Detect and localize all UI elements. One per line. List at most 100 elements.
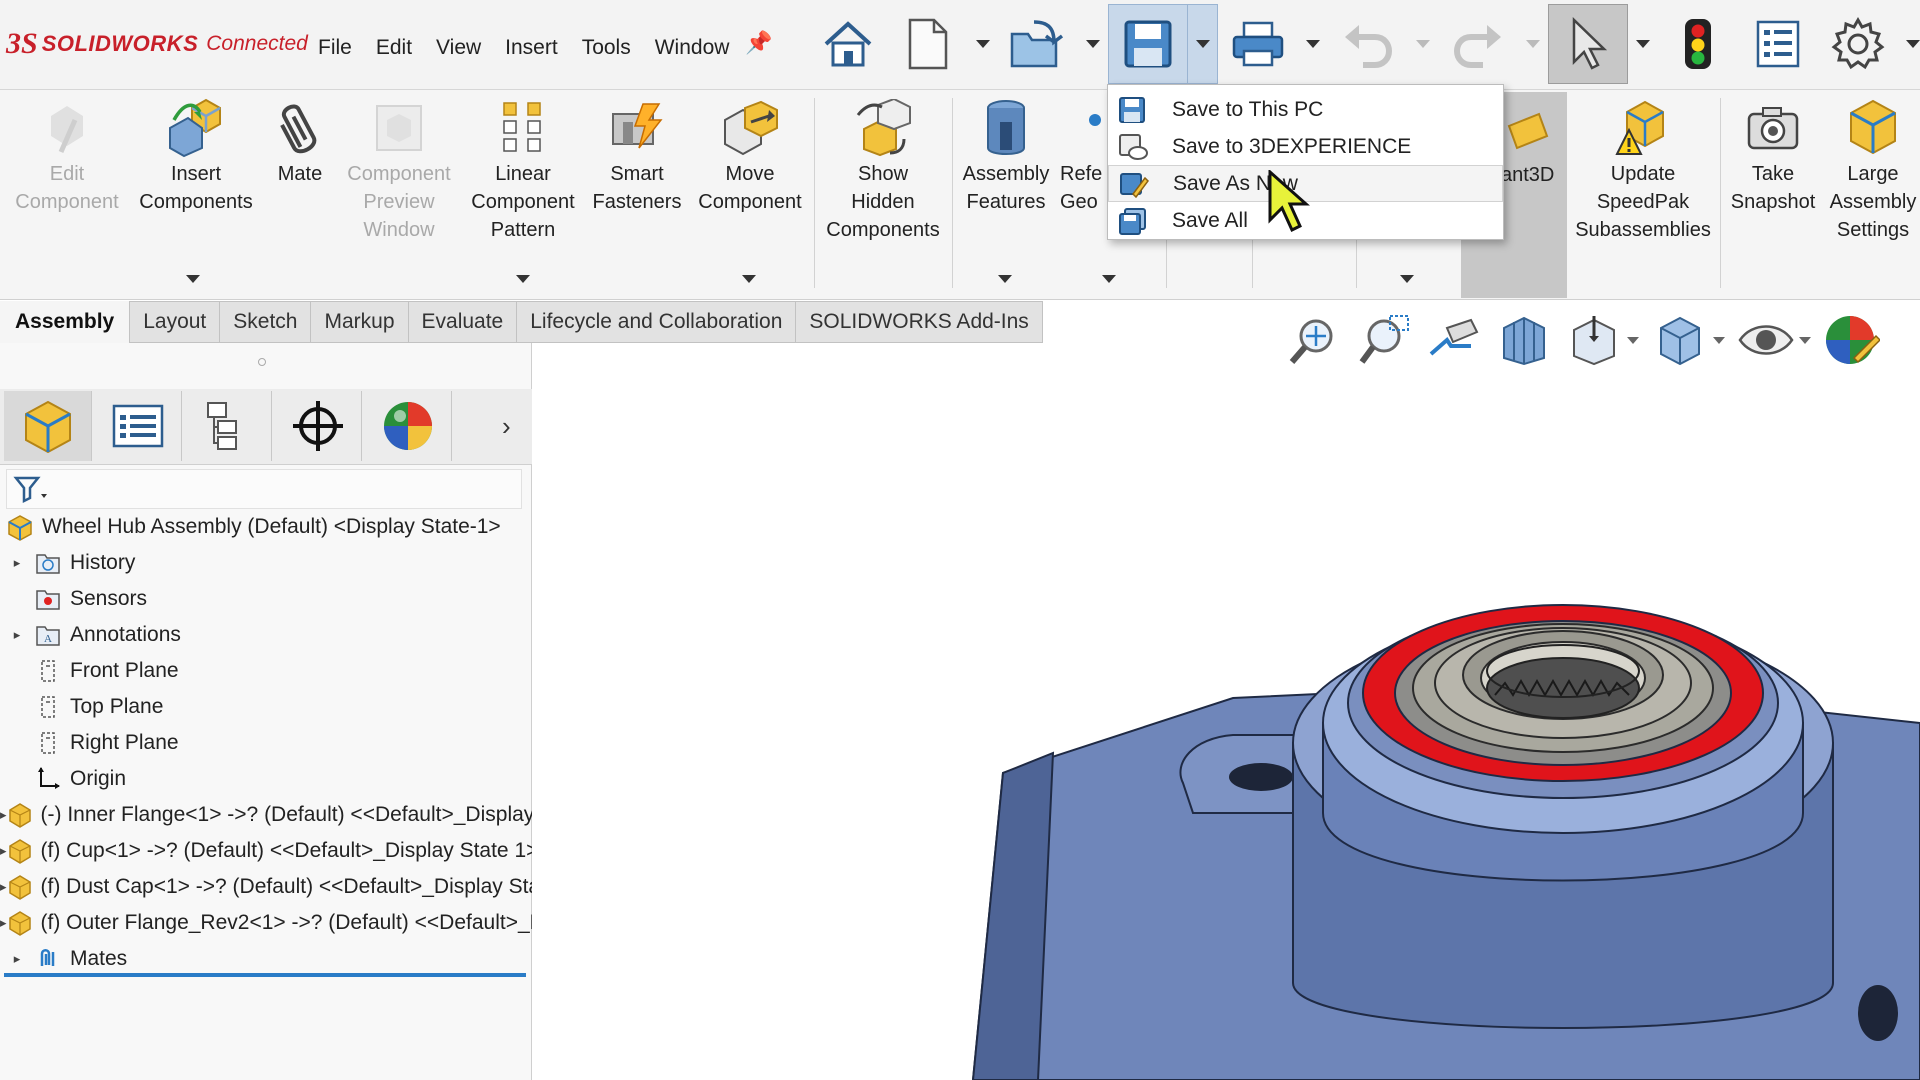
undo-button[interactable]	[1328, 4, 1408, 84]
tab-assembly[interactable]: Assembly	[0, 301, 130, 343]
tree-item-f-outer-flange-rev2-1-default-default-di[interactable]: ▸ (f) Outer Flange_Rev2<1> ->? (Default) …	[0, 905, 532, 941]
linear-component-pattern-button[interactable]: Linear Component Pattern	[462, 96, 584, 244]
more-tabs-arrow-icon[interactable]: ›	[502, 411, 511, 442]
tree-item-sensors[interactable]: Sensors	[0, 581, 532, 617]
featuremanager-tab[interactable]	[4, 391, 92, 461]
menu-insert[interactable]: Insert	[493, 30, 570, 66]
component-preview-window-button[interactable]: Component Preview Window	[340, 96, 458, 244]
dimxpertmanager-tab[interactable]	[274, 391, 362, 461]
root-assembly-icon	[6, 513, 34, 541]
print-button[interactable]	[1218, 4, 1298, 84]
tab-evaluate[interactable]: Evaluate	[408, 301, 518, 343]
tree-item-annotations[interactable]: ▸ A Annotations	[0, 617, 532, 653]
expand-arrow-icon[interactable]: ▸	[0, 555, 34, 571]
rebuild-button[interactable]	[1658, 4, 1738, 84]
tab-layout[interactable]: Layout	[129, 301, 221, 343]
brand-name: SOLIDWORKS	[41, 31, 199, 56]
reference-geometry-button[interactable]: Refe Geo	[1060, 96, 1106, 216]
redo-button[interactable]	[1438, 4, 1518, 84]
tree-item-inner-flange-1-default-default-display-s[interactable]: ▸ (-) Inner Flange<1> ->? (Default) <<Def…	[0, 797, 532, 833]
view-orientation-dropdown[interactable]	[1627, 336, 1639, 344]
options-dropdown[interactable]	[1898, 4, 1920, 84]
mate-button[interactable]: Mate	[262, 96, 338, 188]
tree-filter-bar[interactable]	[6, 469, 522, 509]
mates-icon	[34, 945, 62, 973]
tree-item-history[interactable]: ▸ History	[0, 545, 532, 581]
move-component-icon	[720, 96, 780, 160]
menu-edit[interactable]: Edit	[364, 30, 424, 66]
hide-show-items-button[interactable]	[1737, 311, 1795, 369]
tab-solidworks-add-ins[interactable]: SOLIDWORKS Add-Ins	[796, 301, 1043, 343]
appearance-sphere-icon	[383, 402, 432, 450]
assembly-features-dropdown[interactable]	[998, 275, 1012, 283]
tree-item-origin[interactable]: Origin	[0, 761, 532, 797]
tab-sketch[interactable]: Sketch	[220, 301, 312, 343]
print-dropdown[interactable]	[1298, 4, 1328, 84]
take-snapshot-button[interactable]: Take Snapshot	[1724, 96, 1822, 216]
panel-splitter-grip[interactable]	[258, 358, 266, 366]
graphics-area[interactable]	[533, 343, 1920, 1080]
tree-root-assembly[interactable]: Wheel Hub Assembly (Default) <Display St…	[0, 509, 532, 545]
show-hidden-components-button[interactable]: Show Hidden Components	[818, 96, 948, 244]
move-component-dropdown[interactable]	[742, 275, 756, 283]
open-button[interactable]	[998, 4, 1078, 84]
expand-arrow-icon[interactable]: ▸	[0, 951, 34, 967]
new-document-button[interactable]	[888, 4, 968, 84]
edit-appearance-button[interactable]	[1823, 311, 1881, 369]
save-to-3dexperience-item[interactable]: Save to 3DEXPERIENCE	[1108, 128, 1503, 165]
new-document-dropdown[interactable]	[968, 4, 998, 84]
linear-pattern-dropdown[interactable]	[516, 275, 530, 283]
save-to-this-pc-item[interactable]: Save to This PC	[1108, 91, 1503, 128]
tab-markup[interactable]: Markup	[311, 301, 409, 343]
assembly-features-button[interactable]: Assembly Features	[956, 96, 1056, 216]
zoom-to-fit-button[interactable]	[1285, 311, 1343, 369]
home-button[interactable]	[808, 4, 888, 84]
move-component-button[interactable]: Move Component	[690, 96, 810, 216]
tree-item-top-plane[interactable]: Top Plane	[0, 689, 532, 725]
file-properties-button[interactable]	[1738, 4, 1818, 84]
save-button[interactable]	[1108, 4, 1188, 84]
redo-dropdown[interactable]	[1518, 4, 1548, 84]
select-button[interactable]	[1548, 4, 1628, 84]
tree-item-mates[interactable]: ▸ Mates	[0, 941, 532, 977]
select-dropdown[interactable]	[1628, 4, 1658, 84]
zoom-to-area-button[interactable]	[1355, 311, 1413, 369]
section-view-button[interactable]	[1495, 311, 1553, 369]
propertymanager-tab[interactable]	[94, 391, 182, 461]
menu-window[interactable]: Window	[643, 30, 742, 66]
pin-menu-icon[interactable]: 📌	[745, 30, 772, 56]
configurationmanager-tab[interactable]	[184, 391, 272, 461]
manager-tabs: ›	[0, 389, 532, 465]
section-view-icon	[1503, 316, 1545, 366]
expand-arrow-icon[interactable]: ▸	[0, 627, 34, 643]
displaymanager-tab[interactable]	[364, 391, 452, 461]
save-dropdown[interactable]	[1188, 4, 1218, 84]
previous-view-button[interactable]	[1425, 311, 1483, 369]
update-speedpak-button[interactable]: Update SpeedPak Subassemblies	[1572, 96, 1714, 244]
configurationmanager-icon	[206, 402, 237, 450]
hide-show-dropdown[interactable]	[1799, 336, 1811, 344]
insert-components-dropdown[interactable]	[186, 275, 200, 283]
insert-components-button[interactable]: Insert Components	[132, 96, 260, 216]
edit-component-button[interactable]: Edit Component	[6, 96, 128, 216]
large-assembly-settings-button[interactable]: Large Assembly Settings	[1826, 96, 1920, 244]
menu-file[interactable]: File	[306, 30, 364, 66]
view-orientation-button[interactable]	[1565, 311, 1623, 369]
tree-item-f-dust-cap-1-default-default-display-sta[interactable]: ▸ (f) Dust Cap<1> ->? (Default) <<Default…	[0, 869, 532, 905]
rollback-bar[interactable]	[4, 973, 526, 977]
open-dropdown[interactable]	[1078, 4, 1108, 84]
tab-lifecycle-and-collaboration[interactable]: Lifecycle and Collaboration	[517, 301, 797, 343]
reference-geometry-dropdown[interactable]	[1102, 275, 1116, 283]
menu-view[interactable]: View	[424, 30, 493, 66]
cmd-group-dropdown[interactable]	[1400, 275, 1414, 283]
command-manager-tabs: Assembly Layout Sketch Markup Evaluate L…	[0, 301, 1043, 343]
undo-dropdown[interactable]	[1408, 4, 1438, 84]
display-style-dropdown[interactable]	[1713, 336, 1725, 344]
smart-fasteners-button[interactable]: Smart Fasteners	[590, 96, 684, 216]
options-button[interactable]	[1818, 4, 1898, 84]
tree-item-front-plane[interactable]: Front Plane	[0, 653, 532, 689]
display-style-button[interactable]	[1651, 311, 1709, 369]
tree-item-f-cup-1-default-default-display-state-1[interactable]: ▸ (f) Cup<1> ->? (Default) <<Default>_Dis…	[0, 833, 532, 869]
menu-tools[interactable]: Tools	[570, 30, 643, 66]
tree-item-right-plane[interactable]: Right Plane	[0, 725, 532, 761]
